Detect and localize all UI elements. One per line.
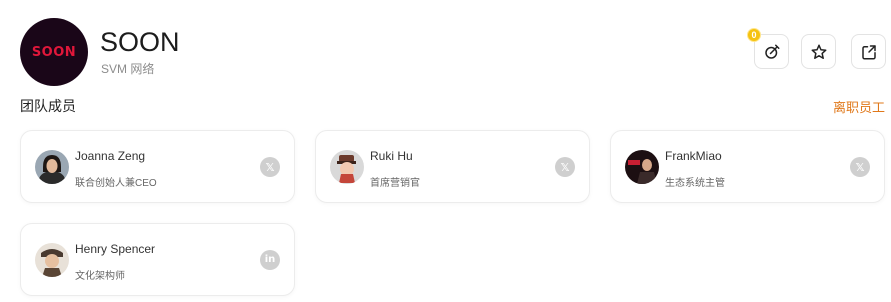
share-button[interactable] (851, 34, 886, 69)
avatar (35, 243, 69, 277)
member-role: 首席营销官 (370, 178, 420, 189)
member-card[interactable]: Joanna Zeng 联合创始人兼CEO 𝕏 (20, 130, 295, 203)
x-icon[interactable]: 𝕏 (555, 157, 575, 177)
member-card[interactable]: Ruki Hu 首席营销官 𝕏 (315, 130, 590, 203)
member-role: 联合创始人兼CEO (75, 178, 157, 189)
avatar (330, 150, 364, 184)
project-subtitle: SVM 网络 (101, 62, 155, 76)
star-icon (811, 44, 826, 59)
linkedin-icon[interactable]: in (260, 250, 280, 270)
notification-badge: 0 (747, 28, 761, 42)
team-section-title: 团队成员 (20, 98, 76, 114)
member-name: Henry Spencer (75, 242, 156, 256)
x-icon[interactable]: 𝕏 (850, 157, 870, 177)
member-card[interactable]: Henry Spencer 文化架构师 in (20, 223, 295, 296)
former-members-link[interactable]: 离职员工 (833, 97, 885, 116)
member-role: 生态系统主管 (665, 178, 725, 189)
x-icon[interactable]: 𝕏 (260, 157, 280, 177)
project-title: SOON (100, 27, 180, 57)
avatar (35, 150, 69, 184)
member-role: 文化架构师 (75, 271, 125, 282)
member-card[interactable]: FrankMiao 生态系统主管 𝕏 (610, 130, 885, 203)
share-icon (861, 44, 876, 59)
edit-icon (764, 44, 779, 59)
project-header: SOON SOON SVM 网络 0 (20, 18, 886, 88)
avatar (625, 150, 659, 184)
member-name: FrankMiao (665, 149, 722, 163)
favorite-button[interactable] (801, 34, 836, 69)
member-name: Joanna Zeng (75, 149, 146, 163)
project-logo: SOON (20, 18, 88, 86)
logo-text: SOON (31, 44, 77, 60)
member-name: Ruki Hu (370, 149, 413, 163)
